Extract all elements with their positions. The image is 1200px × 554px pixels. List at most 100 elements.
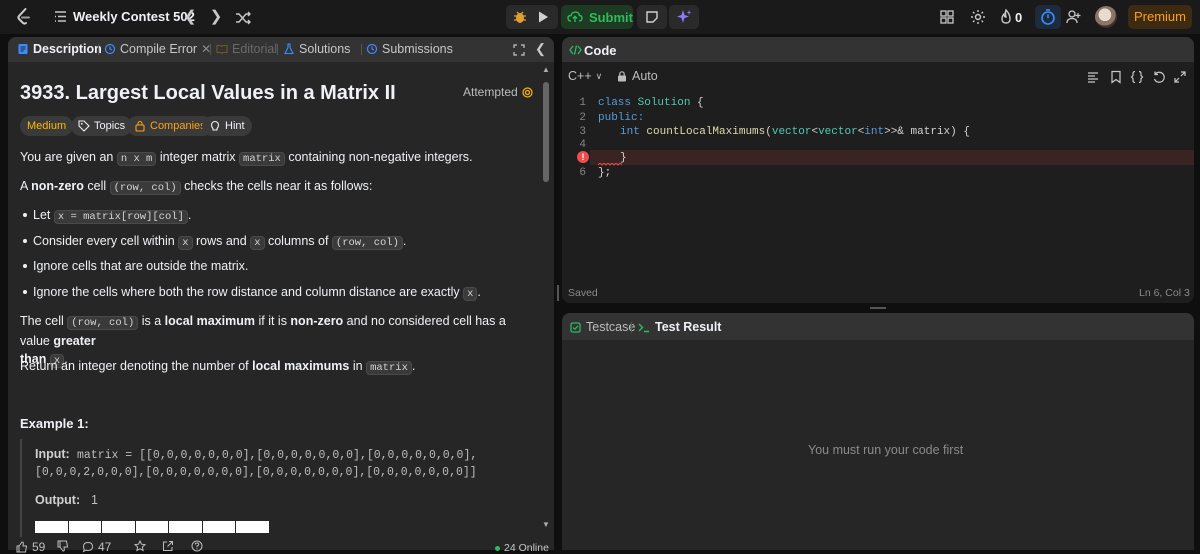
format-lines-icon[interactable] (1086, 70, 1100, 84)
like-button[interactable]: 59 (16, 540, 45, 554)
add-friend-icon[interactable] (1065, 8, 1083, 26)
language-select[interactable]: C++ ∨ (568, 69, 602, 83)
bullet-dot (23, 213, 27, 217)
inline-code: matrix (366, 361, 412, 375)
example-input-line-1: matrix = [[0,0,0,0,0,0,0],[0,0,0,0,0,0,0… (77, 449, 478, 462)
text: integer matrix (156, 150, 240, 164)
line-number: 3 (579, 126, 586, 138)
tab-editorial[interactable]: Editorial (216, 42, 277, 56)
example-output-value: 1 (91, 493, 98, 507)
expand-icon[interactable] (1173, 70, 1187, 84)
companies-chip[interactable]: Companies (127, 116, 213, 136)
premium-button[interactable]: Premium (1128, 5, 1192, 29)
text: . (411, 359, 416, 373)
tab-submissions[interactable]: Submissions (366, 42, 453, 56)
timer-button[interactable] (1035, 5, 1061, 29)
flask-icon (284, 43, 294, 55)
code-line-3[interactable]: int countLocalMaximums(vector<vector<int… (620, 126, 970, 138)
text: in (349, 359, 367, 373)
checkbox-icon (570, 321, 581, 333)
collapse-panel-icon[interactable]: ❮ (535, 41, 546, 57)
code-line-1[interactable]: class Solution { (598, 97, 704, 109)
bullet-item: Consider every cell within x rows and x … (33, 232, 406, 252)
function-name: countLocalMaximums (646, 126, 766, 138)
line-number: 4 (579, 139, 586, 151)
user-avatar[interactable] (1095, 6, 1117, 28)
submit-button[interactable]: Submit (561, 5, 633, 29)
topics-chip[interactable]: Topics (71, 116, 133, 136)
scroll-down-icon[interactable]: ▼ (542, 521, 550, 529)
terminal-icon (638, 323, 649, 332)
resize-handle-icon[interactable] (557, 285, 559, 301)
help-button[interactable] (191, 540, 203, 552)
resize-handle-icon[interactable] (870, 307, 886, 309)
bold-text: non-zero (290, 314, 344, 328)
code-line-2[interactable]: public: (598, 112, 644, 124)
error-marker-icon[interactable]: ! (577, 151, 589, 163)
type-name: vector (818, 126, 858, 138)
inline-code: x = matrix[row][col] (53, 210, 188, 224)
attempted-icon (522, 86, 533, 98)
share-button[interactable] (162, 540, 174, 552)
text: A (20, 179, 32, 193)
run-icon[interactable] (536, 10, 550, 24)
bullet-dot (23, 264, 27, 268)
notes-button[interactable] (637, 5, 667, 29)
example-title: Example 1: (20, 416, 89, 431)
shuffle-icon[interactable] (234, 9, 252, 27)
lightbulb-icon (210, 120, 220, 131)
bullet-dot (23, 290, 27, 294)
ai-assist-button[interactable] (669, 5, 699, 29)
bookmark-icon[interactable] (1109, 70, 1123, 84)
contest-title[interactable]: Weekly Contest 502 (73, 9, 195, 24)
text: if it is (255, 314, 291, 328)
prev-problem-icon[interactable]: ❮ (182, 8, 198, 26)
top-bar: Weekly Contest 502 ❮ ❯ Submit 0 Premium (0, 0, 1200, 34)
tab-solutions[interactable]: Solutions (283, 42, 350, 56)
text: columns of (264, 234, 332, 248)
keyword: int (620, 126, 640, 138)
text: Ignore cells that are outside the matrix… (33, 259, 249, 273)
cloud-upload-icon (567, 11, 583, 22)
code-line-6[interactable]: }; (598, 167, 611, 179)
topics-label: Topics (94, 120, 126, 132)
streak-flame-icon[interactable] (997, 8, 1015, 26)
empty-result-message: You must run your code first (808, 443, 964, 457)
code-text: ( (765, 126, 772, 138)
braces-icon[interactable] (1130, 70, 1144, 84)
debug-icon[interactable] (511, 8, 529, 26)
leetcode-logo-icon[interactable] (14, 7, 34, 27)
share-icon (163, 541, 173, 551)
auto-mode[interactable]: Auto (617, 69, 658, 83)
problem-list-icon[interactable] (54, 10, 67, 23)
example-block: Input: matrix = [[0,0,0,0,0,0,0],[0,0,0,… (20, 439, 540, 550)
question-icon (191, 540, 203, 552)
tab-description[interactable]: Description (17, 42, 102, 56)
tab-test-result[interactable]: Test Result (638, 320, 721, 334)
next-problem-icon[interactable]: ❯ (208, 8, 224, 26)
left-tab-bar: Description Compile Error ✕ Editorial So… (8, 37, 554, 62)
hint-chip[interactable]: Hint (202, 116, 252, 136)
scroll-up-icon[interactable]: ▲ (542, 66, 550, 74)
dislike-button[interactable] (57, 540, 69, 552)
description-panel: Description Compile Error ✕ Editorial So… (8, 37, 554, 550)
inline-code: (row, col) (331, 236, 403, 250)
keyword: int (864, 126, 885, 138)
error-line-highlight (590, 150, 1194, 165)
inline-code: x (463, 287, 478, 301)
settings-gear-icon[interactable] (969, 8, 987, 26)
test-panel: Testcase Test Result You must run your c… (562, 313, 1194, 550)
text: Let (33, 208, 54, 222)
reset-icon[interactable] (1152, 70, 1166, 84)
layout-icon[interactable] (938, 8, 956, 26)
auto-label: Auto (632, 69, 658, 83)
comments-button[interactable]: 47 (82, 540, 111, 554)
tab-compile-error[interactable]: Compile Error ✕ (104, 42, 211, 56)
submit-label: Submit (588, 9, 633, 25)
code-brackets-icon (569, 45, 582, 55)
maximize-icon[interactable] (513, 44, 525, 56)
tab-testcase[interactable]: Testcase (570, 320, 635, 334)
code-header-title: Code (584, 43, 617, 58)
favorite-button[interactable] (134, 540, 146, 552)
description-scrollbar[interactable] (543, 82, 549, 182)
